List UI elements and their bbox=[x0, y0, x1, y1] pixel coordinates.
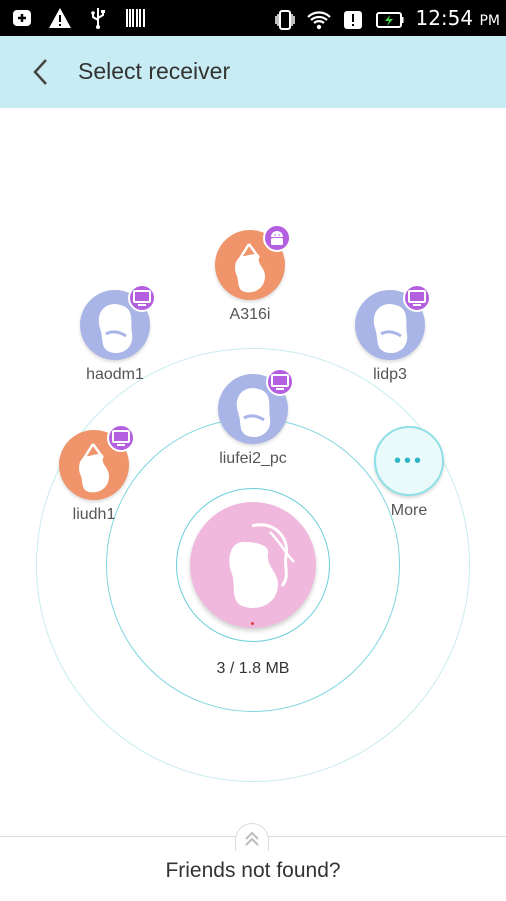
device-haodm1[interactable]: haodm1 bbox=[60, 284, 170, 384]
device-label: lidp3 bbox=[373, 366, 407, 383]
bottom-bar: Friends not found? bbox=[0, 823, 506, 901]
warning-icon bbox=[49, 8, 71, 28]
wifi-icon bbox=[307, 10, 332, 29]
monitor-icon bbox=[408, 290, 426, 306]
indicator-dot bbox=[251, 622, 254, 625]
device-type-badge bbox=[263, 224, 291, 252]
monitor-icon bbox=[271, 374, 289, 390]
usb-icon bbox=[91, 8, 105, 29]
vibrate-icon bbox=[275, 9, 296, 30]
device-avatar bbox=[215, 224, 291, 300]
device-a316i[interactable]: A316i bbox=[195, 224, 305, 324]
device-lidp3[interactable]: lidp3 bbox=[335, 284, 445, 384]
alert-icon bbox=[344, 10, 363, 29]
more-label: More bbox=[390, 502, 428, 519]
device-type-badge bbox=[266, 368, 294, 396]
radar-area: 3 / 1.8 MB A316i haodm1 lidp3 liufei2_pc… bbox=[0, 108, 506, 836]
device-label: A316i bbox=[229, 306, 271, 323]
back-button[interactable] bbox=[26, 56, 58, 88]
more-dots-icon: ••• bbox=[393, 450, 424, 472]
device-label: liufei2_pc bbox=[219, 450, 287, 467]
status-bar: 12:54 PM bbox=[0, 0, 506, 36]
barcode-icon bbox=[126, 9, 145, 27]
my-avatar bbox=[190, 502, 316, 628]
android-icon bbox=[271, 231, 283, 245]
device-label: haodm1 bbox=[86, 366, 144, 383]
device-liufei2-pc[interactable]: liufei2_pc bbox=[198, 368, 308, 468]
transfer-count: 3 / 1.8 MB bbox=[216, 660, 290, 677]
app-bar: Select receiver bbox=[0, 36, 506, 108]
device-avatar bbox=[218, 368, 294, 444]
more-circle: ••• bbox=[374, 426, 444, 496]
status-time: 12:54 PM bbox=[415, 6, 500, 30]
more-button[interactable]: ••• More bbox=[354, 426, 464, 520]
page-title: Select receiver bbox=[78, 58, 231, 84]
expand-handle[interactable] bbox=[235, 823, 269, 851]
device-avatar bbox=[80, 284, 156, 360]
add-box-icon bbox=[13, 10, 31, 26]
monitor-icon bbox=[133, 290, 151, 306]
device-type-badge bbox=[107, 424, 135, 452]
double-chevron-up-icon bbox=[245, 831, 259, 846]
friends-not-found-link[interactable]: Friends not found? bbox=[0, 859, 506, 883]
device-liudh1[interactable]: liudh1 bbox=[39, 424, 149, 524]
chevron-left-icon bbox=[33, 59, 47, 85]
device-avatar bbox=[59, 424, 135, 500]
device-type-badge bbox=[128, 284, 156, 312]
battery-charging-icon bbox=[376, 11, 404, 28]
user-avatar-icon bbox=[229, 523, 295, 608]
monitor-icon bbox=[112, 430, 130, 446]
device-label: liudh1 bbox=[72, 506, 116, 523]
device-avatar bbox=[355, 284, 431, 360]
device-type-badge bbox=[403, 284, 431, 312]
